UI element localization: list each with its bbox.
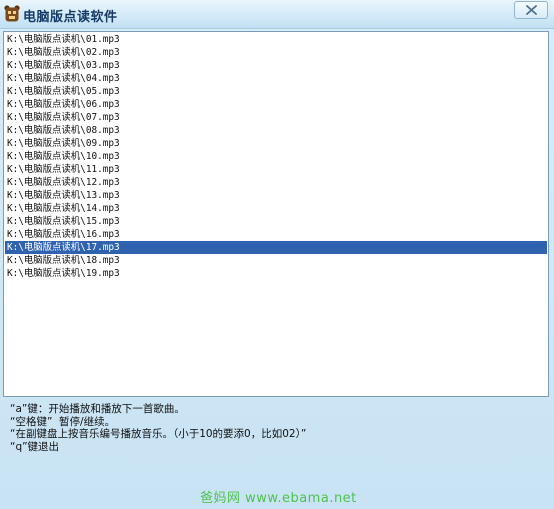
list-item[interactable]: K:\电脑版点读机\14.mp3 [5,202,547,215]
close-icon [526,5,537,15]
list-item[interactable]: K:\电脑版点读机\06.mp3 [5,98,547,111]
watermark: 爸妈网 www.ebama.net [200,491,357,506]
list-item[interactable]: K:\电脑版点读机\19.mp3 [5,267,547,280]
list-item[interactable]: K:\电脑版点读机\02.mp3 [5,46,547,59]
list-item[interactable]: K:\电脑版点读机\16.mp3 [5,228,547,241]
instruction-line: “a”键：开始播放和播放下一首歌曲。 [10,403,185,415]
app-window: 电脑版点读软件 K:\电脑版点读机\01.mp3 K:\电脑版点读机\02.mp3… [0,0,554,509]
list-item[interactable]: K:\电脑版点读机\07.mp3 [5,111,547,124]
bear-app-icon [4,5,20,22]
list-item[interactable]: K:\电脑版点读机\09.mp3 [5,137,547,150]
list-item[interactable]: K:\电脑版点读机\18.mp3 [5,254,547,267]
list-item[interactable]: K:\电脑版点读机\12.mp3 [5,176,547,189]
list-item[interactable]: K:\电脑版点读机\15.mp3 [5,215,547,228]
list-item[interactable]: K:\电脑版点读机\05.mp3 [5,85,547,98]
list-item[interactable]: K:\电脑版点读机\11.mp3 [5,163,547,176]
list-item[interactable]: K:\电脑版点读机\03.mp3 [5,59,547,72]
list-item[interactable]: K:\电脑版点读机\10.mp3 [5,150,547,163]
list-item[interactable]: K:\电脑版点读机\13.mp3 [5,189,547,202]
window-title: 电脑版点读软件 [23,10,118,25]
close-button[interactable] [514,1,548,19]
title-bar[interactable]: 电脑版点读软件 [0,0,554,29]
instruction-line: “q”键退出 [10,440,60,453]
instruction-line: “空格键” 暂停/继续。 [10,415,116,428]
list-item[interactable]: K:\电脑版点读机\04.mp3 [5,72,547,85]
list-item[interactable]: K:\电脑版点读机\17.mp3 [5,241,547,254]
instruction-line: “在副键盘上按音乐编号播放音乐。（小于10的要添0，比如02）” [10,428,307,441]
list-item[interactable]: K:\电脑版点读机\08.mp3 [5,124,547,137]
playlist-listbox[interactable]: K:\电脑版点读机\01.mp3 K:\电脑版点读机\02.mp3 K:\电脑版点读… [3,31,549,397]
list-item[interactable]: K:\电脑版点读机\01.mp3 [5,33,547,46]
instructions-panel: “a”键：开始播放和播放下一首歌曲。 “空格键” 暂停/继续。 “在副键盘上按音… [10,403,540,453]
